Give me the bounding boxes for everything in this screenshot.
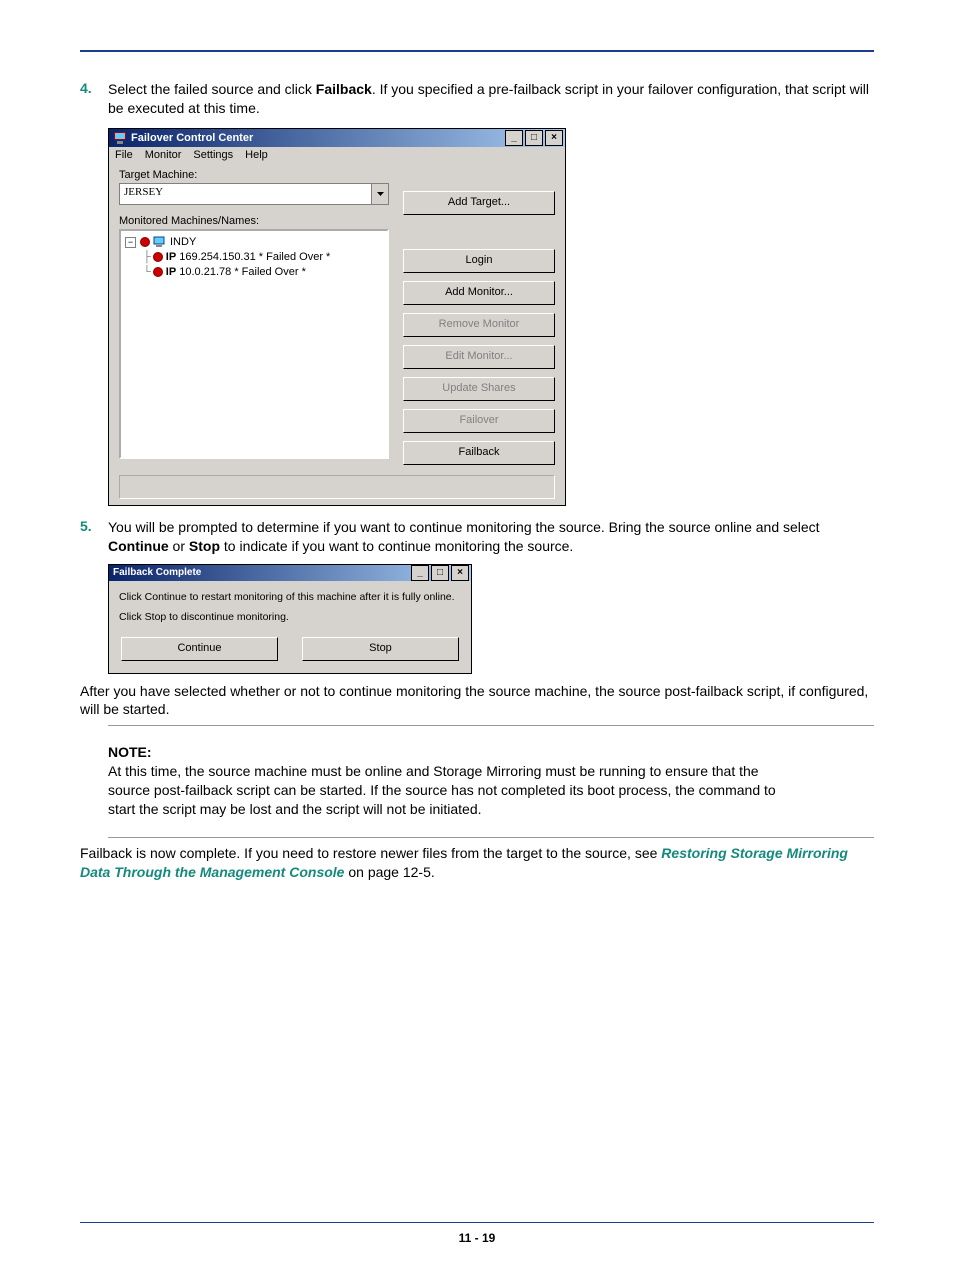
collapse-icon[interactable]: − <box>125 237 136 248</box>
status-dot-icon <box>140 237 150 247</box>
tree-item-1-addr: 10.0.21.78 <box>179 266 231 278</box>
step5-text-a: You will be prompted to determine if you… <box>108 519 820 535</box>
note-block: NOTE: At this time, the source machine m… <box>108 736 874 827</box>
failback-button[interactable]: Failback <box>403 441 555 465</box>
tree-item-0-ip: IP <box>166 251 176 263</box>
step5-bold1: Continue <box>108 538 169 554</box>
tree-connector-icon: └ <box>143 266 151 278</box>
step4-bold1: Failback <box>316 81 372 97</box>
monitored-machines-label: Monitored Machines/Names: <box>119 215 389 227</box>
maximize-button[interactable]: □ <box>431 565 449 581</box>
step5-bold2: Stop <box>189 538 220 554</box>
target-machine-value: JERSEY <box>120 184 371 204</box>
tree-item-0[interactable]: ├ IP 169.254.150.31 * Failed Over * <box>125 250 383 265</box>
step4-text-a: Select the failed source and click <box>108 81 316 97</box>
fbc-line1: Click Continue to restart monitoring of … <box>119 591 461 603</box>
final-paragraph: Failback is now complete. If you need to… <box>80 844 874 882</box>
page-number: 11 - 19 <box>459 1231 496 1245</box>
fcc-menubar: File Monitor Settings Help <box>109 147 565 163</box>
step5-text-c: to indicate if you want to continue moni… <box>220 538 573 554</box>
fcc-titlebar[interactable]: Failover Control Center _ □ × <box>109 129 565 147</box>
page-footer: 11 - 19 <box>80 1222 874 1245</box>
status-dot-icon <box>153 252 163 262</box>
stop-button[interactable]: Stop <box>302 637 459 661</box>
computer-icon <box>153 236 167 248</box>
step5-text-b: or <box>169 538 189 554</box>
step-4: 4. Select the failed source and click Fa… <box>80 80 874 118</box>
fbc-titlebar[interactable]: Failback Complete _ □ × <box>109 565 471 581</box>
tree-root[interactable]: − INDY <box>125 235 383 250</box>
tree-connector-icon: ├ <box>143 251 151 263</box>
fbc-line2: Click Stop to discontinue monitoring. <box>119 611 461 623</box>
edit-monitor-button[interactable]: Edit Monitor... <box>403 345 555 369</box>
top-border <box>80 50 874 52</box>
app-icon <box>113 131 127 145</box>
step-4-number: 4. <box>80 80 108 118</box>
add-monitor-button[interactable]: Add Monitor... <box>403 281 555 305</box>
dropdown-arrow-icon[interactable] <box>371 184 388 204</box>
minimize-button[interactable]: _ <box>411 565 429 581</box>
fbc-title: Failback Complete <box>113 567 201 578</box>
target-machine-label: Target Machine: <box>119 169 389 181</box>
tree-item-1-status: * Failed Over * <box>234 266 306 278</box>
failover-control-center-window: Failover Control Center _ □ × File Monit… <box>108 128 566 506</box>
tree-item-0-addr: 169.254.150.31 <box>179 251 255 263</box>
step-5-number: 5. <box>80 518 108 556</box>
menu-monitor[interactable]: Monitor <box>145 149 182 161</box>
step-5-text: You will be prompted to determine if you… <box>108 518 874 556</box>
status-dot-icon <box>153 267 163 277</box>
add-target-button[interactable]: Add Target... <box>403 191 555 215</box>
fcc-title: Failover Control Center <box>131 132 253 144</box>
tree-item-1[interactable]: └ IP 10.0.21.78 * Failed Over * <box>125 265 383 280</box>
update-shares-button[interactable]: Update Shares <box>403 377 555 401</box>
note-bottom-rule <box>108 837 874 838</box>
step-5: 5. You will be prompted to determine if … <box>80 518 874 556</box>
target-machine-dropdown[interactable]: JERSEY <box>119 183 389 205</box>
status-bar <box>119 475 555 499</box>
close-button[interactable]: × <box>545 130 563 146</box>
maximize-button[interactable]: □ <box>525 130 543 146</box>
login-button[interactable]: Login <box>403 249 555 273</box>
failback-complete-window: Failback Complete _ □ × Click Continue t… <box>108 564 472 674</box>
after-text: After you have selected whether or not t… <box>80 682 874 720</box>
note-label: NOTE: <box>108 744 198 760</box>
close-button[interactable]: × <box>451 565 469 581</box>
final-text-b: on page 12-5. <box>344 864 434 880</box>
final-text-a: Failback is now complete. If you need to… <box>80 845 661 861</box>
continue-button[interactable]: Continue <box>121 637 278 661</box>
tree-item-1-ip: IP <box>166 266 176 278</box>
tree-root-label: INDY <box>170 236 196 248</box>
failover-button[interactable]: Failover <box>403 409 555 433</box>
step-4-text: Select the failed source and click Failb… <box>108 80 874 118</box>
remove-monitor-button[interactable]: Remove Monitor <box>403 313 555 337</box>
tree-item-0-status: * Failed Over * <box>259 251 331 263</box>
menu-settings[interactable]: Settings <box>193 149 233 161</box>
monitored-tree[interactable]: − INDY ├ IP 169.254.150.31 * Failed Over… <box>119 229 389 459</box>
note-text: At this time, the source machine must be… <box>108 762 788 819</box>
note-top-rule <box>108 725 874 726</box>
minimize-button[interactable]: _ <box>505 130 523 146</box>
menu-file[interactable]: File <box>115 149 133 161</box>
menu-help[interactable]: Help <box>245 149 268 161</box>
